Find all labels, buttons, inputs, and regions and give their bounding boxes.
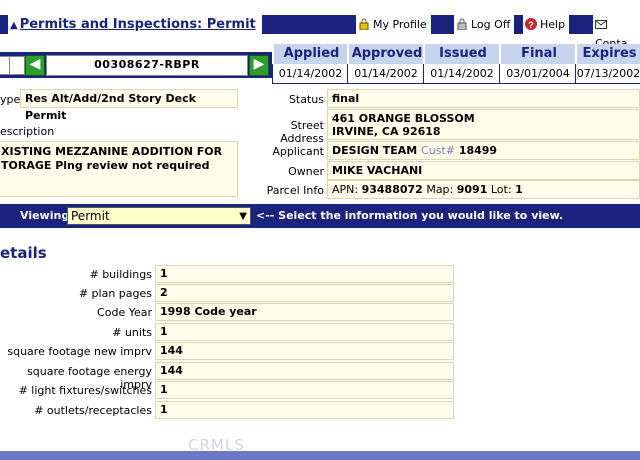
applicant-value: DESIGN TEAM Cust# 18499 (327, 141, 640, 160)
detail-value: 1 (155, 265, 454, 283)
detail-value: 144 (155, 362, 454, 380)
lot-value: 1 (515, 183, 523, 196)
owner-label: Owner (288, 165, 324, 178)
permit-number: 00308627-RBPR (46, 55, 248, 76)
detail-label: # light fixtures/switches (18, 384, 152, 397)
applicant-label: Applicant (272, 145, 324, 158)
street-address-label: Street Address (280, 119, 324, 145)
final-date: 03/01/2004 (499, 64, 577, 84)
map-label: Map: (426, 183, 454, 196)
detail-value: 1 (155, 381, 454, 399)
detail-label: square footage new imprv (7, 345, 152, 358)
type-value: Res Alt/Add/2nd Story Deck Permit (20, 89, 238, 122)
permit-nav-strip: ◀ 00308627-RBPR ▶ (0, 52, 272, 78)
description-label: escription (0, 125, 55, 138)
edit-icon[interactable] (9, 56, 25, 75)
my-profile-link[interactable]: My Profile (356, 15, 431, 34)
address-line-1: 461 ORANGE BLOSSOM (332, 112, 475, 125)
top-bar: ▲ Permits and Inspections: Permit My Prof… (0, 0, 640, 50)
viewing-bar: Viewing Permit ▼ <-- Select the informat… (0, 204, 640, 228)
address-line-2: IRVINE, CA 92618 (332, 125, 441, 138)
map-value: 9091 (456, 183, 488, 196)
chevron-down-icon[interactable]: ▼ (239, 208, 247, 225)
lock-icon (358, 17, 370, 31)
padlock-icon (456, 17, 468, 31)
parcel-info-value: APN: 93488072 Map: 9091 Lot: 1 (327, 180, 640, 199)
type-label: ype (0, 93, 21, 106)
viewing-select[interactable]: Permit ▼ (67, 207, 251, 225)
approved-date: 01/14/2002 (347, 64, 425, 84)
cust-number: 18499 (458, 144, 498, 157)
detail-value: 144 (155, 342, 454, 360)
help-link[interactable]: ? Help (523, 15, 570, 34)
detail-label: # plan pages (78, 287, 152, 300)
owner-value: MIKE VACHANI (327, 161, 640, 180)
help-label[interactable]: Help (540, 18, 565, 31)
log-off-link[interactable]: Log Off (454, 15, 515, 34)
help-icon: ? (525, 17, 537, 30)
applied-header: Applied (272, 44, 349, 64)
breadcrumb[interactable]: ▲ Permits and Inspections: Permit (8, 15, 262, 34)
detail-value: 1 (155, 323, 454, 341)
detail-label: # buildings (89, 268, 152, 281)
lot-label: Lot: (490, 183, 512, 196)
contact-link[interactable]: Conta (593, 15, 640, 50)
expires-header: Expires (575, 44, 640, 64)
viewing-selected-value[interactable]: Permit (71, 209, 110, 223)
detail-label: Code Year (97, 306, 152, 319)
detail-value: 2 (155, 284, 454, 302)
watermark: CRMLS (188, 436, 245, 454)
my-profile-label[interactable]: My Profile (373, 18, 427, 31)
apn-label: APN: (332, 183, 359, 196)
next-arrow-icon[interactable]: ▶ (249, 55, 269, 76)
detail-value: 1 (155, 401, 454, 419)
applicant-name: DESIGN TEAM (332, 144, 418, 157)
approved-header: Approved (347, 44, 425, 64)
details-title: etails (0, 244, 47, 262)
apn-value: 93488072 (361, 183, 423, 196)
issued-header: Issued (423, 44, 501, 64)
description-value: XISTING MEZZANINE ADDITION FOR TORAGE Pl… (0, 141, 238, 197)
detail-value: 1998 Code year (155, 303, 454, 321)
issued-date: 01/14/2002 (423, 64, 501, 84)
footer-band (0, 451, 640, 460)
parcel-info-label: Parcel Info (266, 184, 324, 197)
previous-arrow-icon[interactable]: ◀ (25, 55, 45, 76)
street-address-value: 461 ORANGE BLOSSOM IRVINE, CA 92618 (327, 109, 640, 140)
triangle-up-icon: ▲ (10, 20, 18, 31)
applied-date: 01/14/2002 (272, 64, 349, 84)
log-off-label[interactable]: Log Off (471, 18, 510, 31)
final-header: Final (499, 44, 577, 64)
svg-text:?: ? (528, 20, 534, 30)
envelope-icon (595, 17, 607, 29)
detail-label: # units (112, 326, 152, 339)
expires-date: 07/13/2002 (575, 64, 640, 84)
status-value: final (327, 89, 640, 108)
status-date-table: Applied Approved Issued Final Expires 01… (272, 44, 640, 84)
viewing-label: Viewing (20, 209, 70, 222)
breadcrumb-label[interactable]: Permits and Inspections: Permit (20, 17, 256, 32)
viewing-hint: <-- Select the information you would lik… (256, 209, 564, 222)
cust-label: Cust# (421, 144, 455, 157)
detail-label: # outlets/receptacles (34, 404, 152, 417)
status-label: Status (288, 93, 324, 106)
